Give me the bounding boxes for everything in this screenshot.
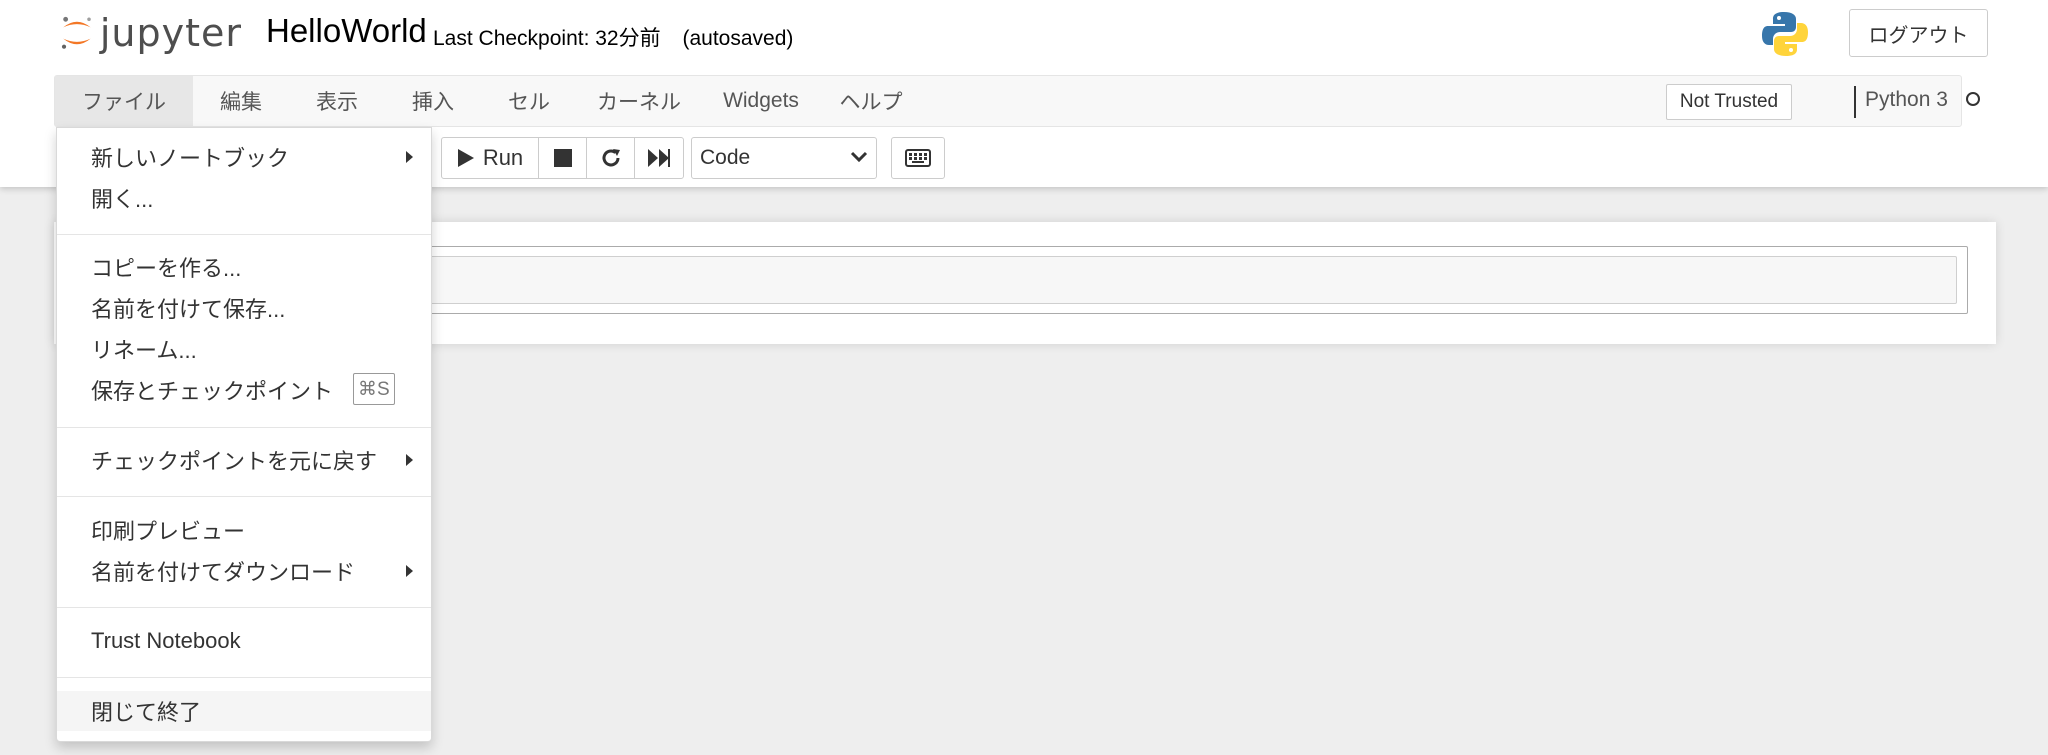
trust-status-button[interactable]: Not Trusted [1666, 84, 1792, 120]
restart-icon [602, 149, 620, 167]
menu-print-preview[interactable]: 印刷プレビュー [57, 510, 431, 550]
jupyter-logo[interactable]: jupyter [60, 8, 242, 58]
menu-download-as-label: 名前を付けてダウンロード [91, 560, 356, 585]
stop-icon [553, 149, 572, 167]
cell-type-value: Code [700, 146, 751, 169]
menu-save-checkpoint[interactable]: 保存とチェックポイント ⌘S [57, 370, 431, 410]
kernel-divider [1854, 86, 1856, 118]
python-logo-icon [1762, 12, 1808, 56]
run-button-label: Run [482, 145, 524, 170]
menu-close-halt[interactable]: 閉じて終了 [57, 691, 431, 731]
keyboard-icon [905, 149, 931, 167]
menu-file[interactable]: ファイル [55, 76, 193, 126]
menu-insert[interactable]: 挿入 [385, 76, 481, 126]
autosave-status: (autosaved) [682, 27, 794, 50]
menu-open[interactable]: 開く... [57, 178, 431, 218]
shortcut-badge: ⌘S [353, 373, 395, 405]
run-button[interactable]: Run [441, 137, 539, 179]
submenu-caret-icon [406, 151, 413, 163]
play-icon [457, 149, 474, 167]
menu-download-as[interactable]: 名前を付けてダウンロード [57, 551, 431, 591]
chevron-down-icon [850, 151, 868, 163]
menu-divider [57, 677, 431, 678]
last-checkpoint-text: Last Checkpoint: 32分前 [433, 27, 661, 50]
submenu-caret-icon [406, 565, 413, 577]
menu-cell[interactable]: セル [481, 76, 577, 126]
command-palette-button[interactable] [891, 137, 945, 179]
jupyter-logo-icon [61, 16, 91, 49]
menu-widgets[interactable]: Widgets [701, 76, 821, 126]
menu-divider [57, 607, 431, 608]
menu-divider [57, 234, 431, 235]
checkpoint-status: Last Checkpoint: 32分前 (autosaved) [433, 22, 793, 52]
fast-forward-icon [648, 149, 670, 167]
menu-divider [57, 427, 431, 428]
menubar: ファイル 編集 表示 挿入 セル カーネル Widgets ヘルプ Not Tr… [54, 75, 1980, 127]
kernel-status-icon [1966, 92, 1980, 106]
cell-type-select[interactable]: Code [691, 137, 877, 179]
jupyter-logo-text: jupyter [99, 11, 242, 55]
notebook-title[interactable]: HelloWorld [266, 12, 427, 50]
menu-new-notebook-label: 新しいノートブック [91, 146, 290, 171]
kernel-name[interactable]: Python 3 [1865, 88, 1948, 112]
menu-new-notebook[interactable]: 新しいノートブック [57, 137, 431, 177]
menu-revert-checkpoint[interactable]: チェックポイントを元に戻す [57, 440, 431, 480]
menu-save-as[interactable]: 名前を付けて保存... [57, 288, 431, 328]
submenu-caret-icon [406, 454, 413, 466]
menu-view[interactable]: 表示 [289, 76, 385, 126]
menu-help[interactable]: ヘルプ [821, 76, 921, 126]
menu-revert-checkpoint-label: チェックポイントを元に戻す [91, 449, 378, 474]
restart-kernel-button[interactable] [586, 137, 635, 179]
interrupt-kernel-button[interactable] [538, 137, 587, 179]
menu-divider [57, 496, 431, 497]
menu-save-checkpoint-label: 保存とチェックポイント [91, 379, 334, 404]
run-all-button[interactable] [634, 137, 684, 179]
file-menu-dropdown: 新しいノートブック 開く... コピーを作る... 名前を付けて保存... リネ… [56, 127, 432, 742]
menu-kernel[interactable]: カーネル [577, 76, 701, 126]
menu-trust-notebook[interactable]: Trust Notebook [57, 621, 431, 661]
menu-rename[interactable]: リネーム... [57, 329, 431, 369]
menu-make-copy[interactable]: コピーを作る... [57, 247, 431, 287]
menu-edit[interactable]: 編集 [193, 76, 289, 126]
logout-button[interactable]: ログアウト [1849, 9, 1988, 57]
